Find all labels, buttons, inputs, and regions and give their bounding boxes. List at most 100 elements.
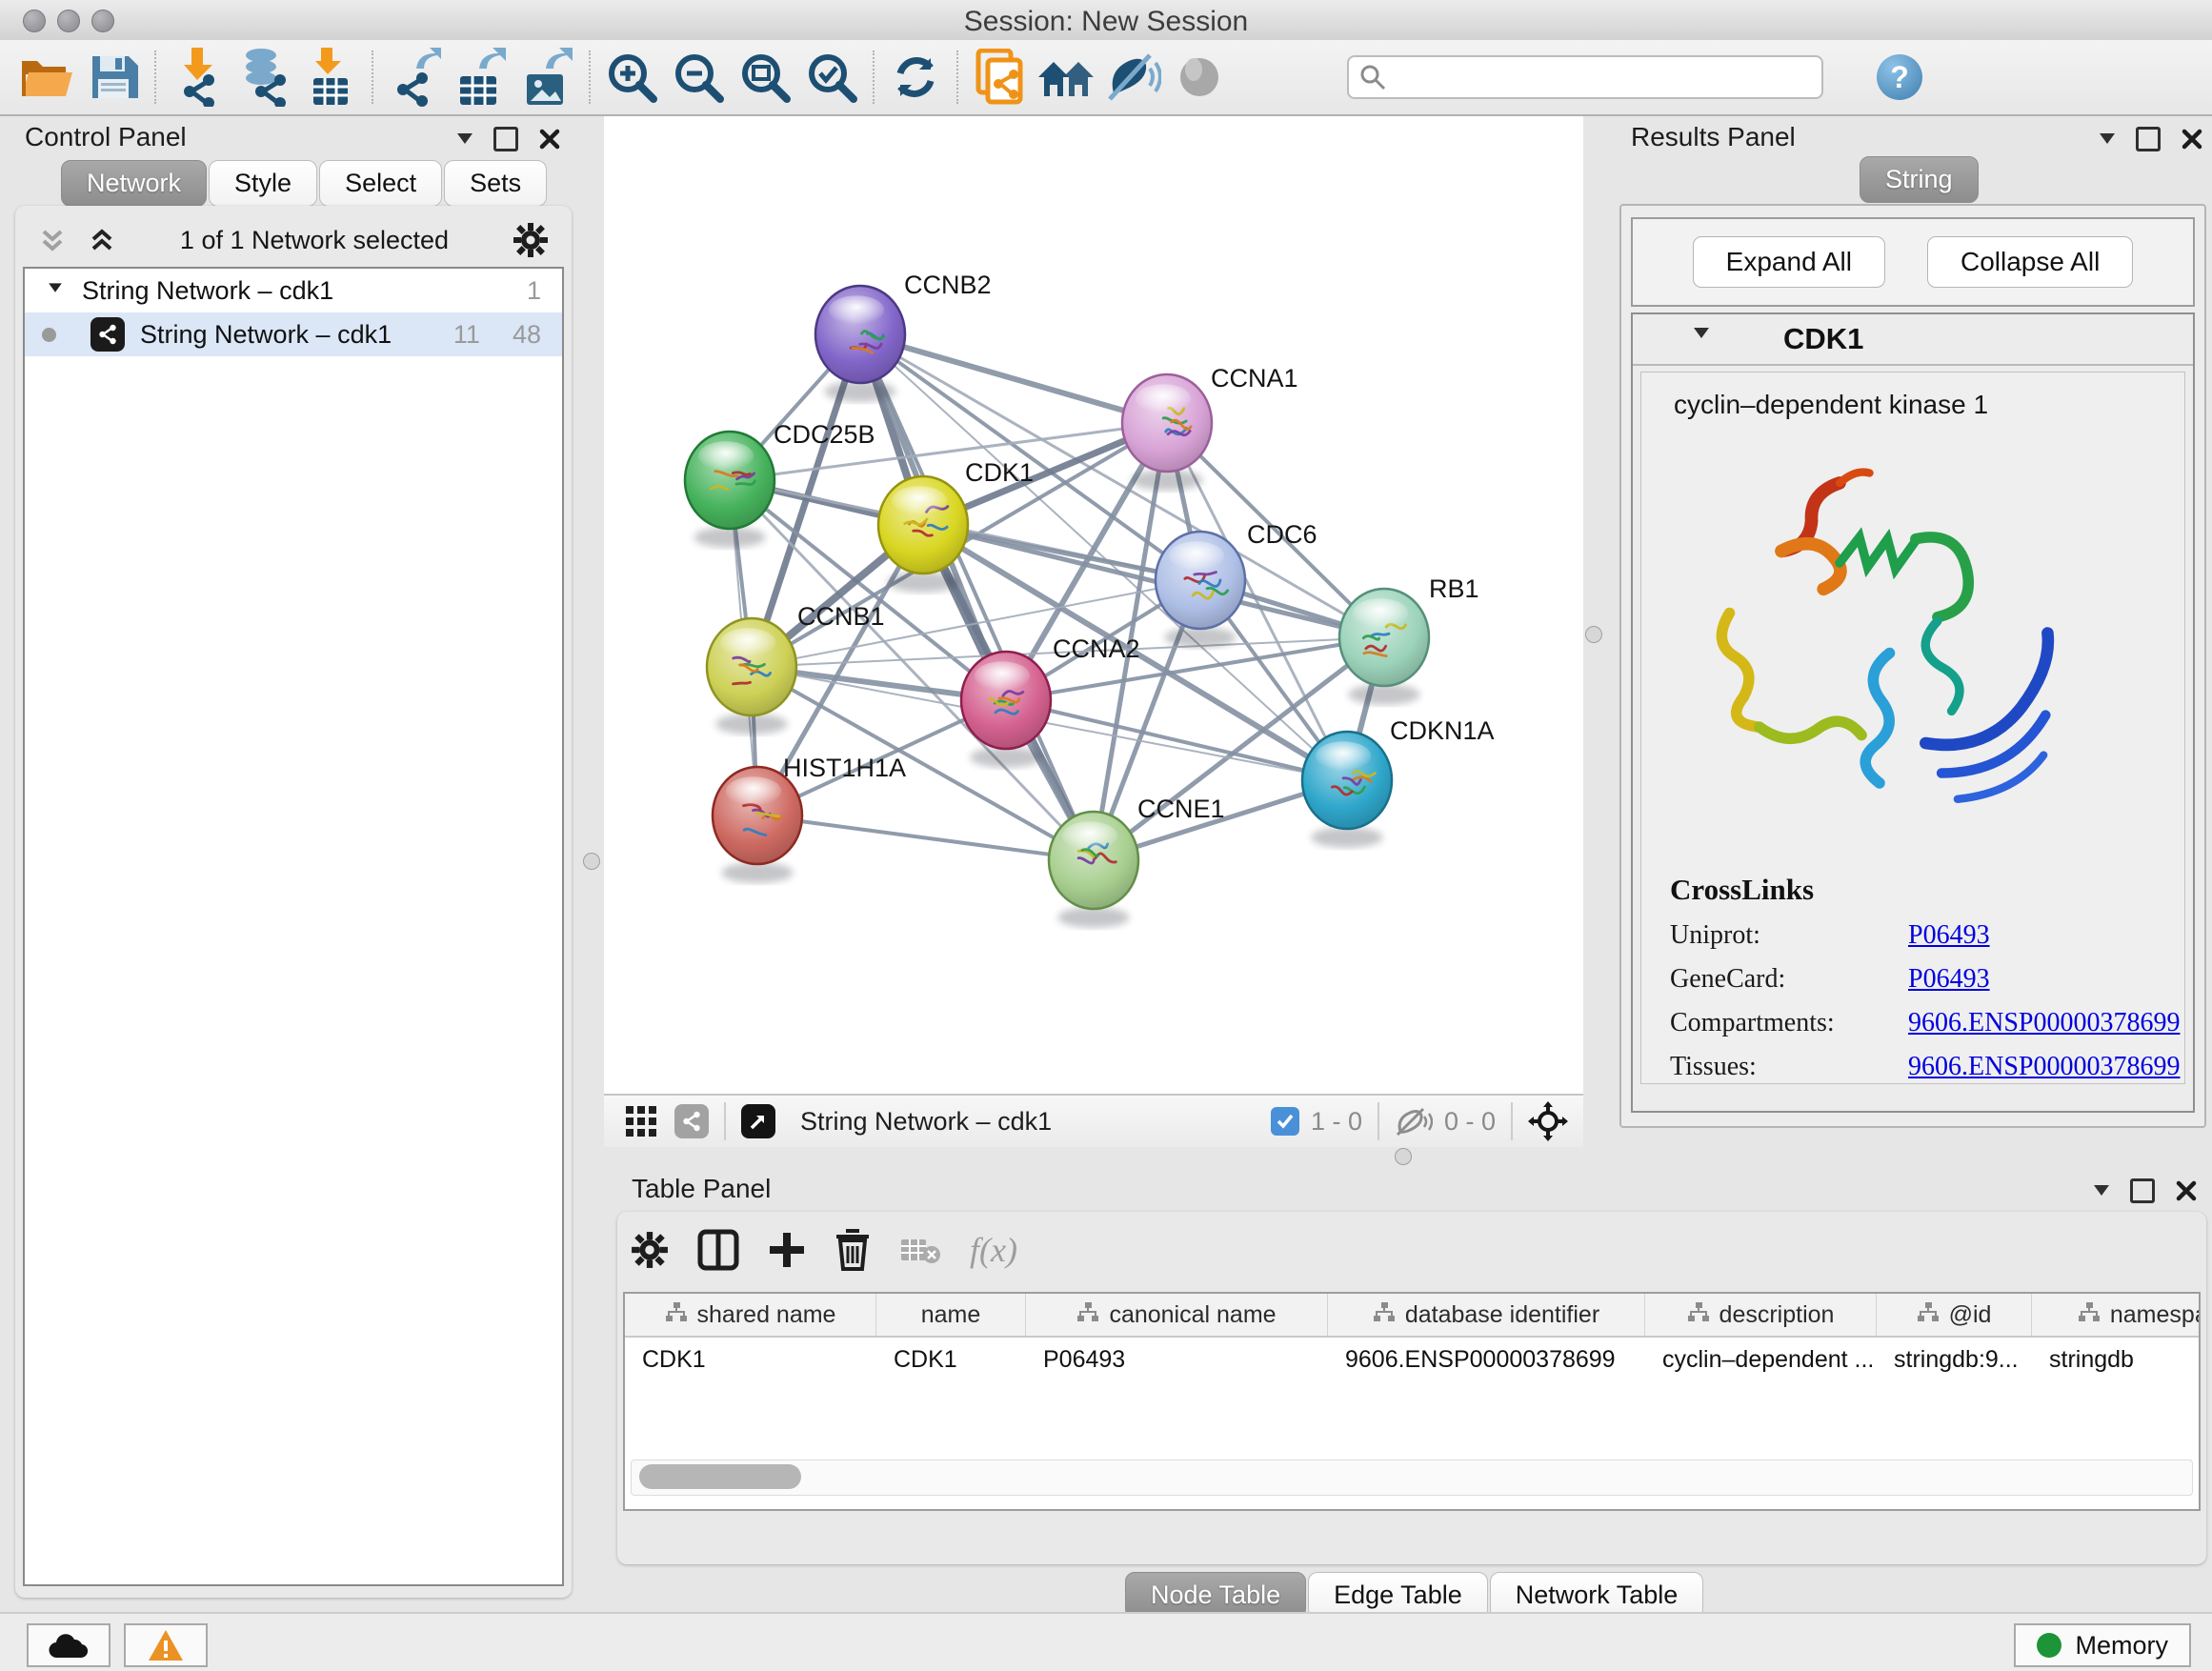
scrollbar-thumb[interactable] (639, 1464, 801, 1489)
expand-all-icon[interactable] (88, 226, 116, 254)
protein-expander-icon[interactable] (1694, 328, 1709, 346)
network-canvas[interactable]: CCNB2CCNA1CDC25BCDK1CDC6RB1CCNB1CCNA2CDK… (604, 116, 1583, 1094)
bottom-splitter-handle[interactable] (1395, 1148, 1412, 1165)
delete-column-icon[interactable] (835, 1229, 871, 1271)
network-badge-icon[interactable] (674, 1104, 709, 1138)
network-node-RB1[interactable] (1339, 589, 1429, 705)
selected-checkbox-icon[interactable] (1271, 1107, 1299, 1136)
control-panel-collapse-icon[interactable] (457, 133, 473, 151)
tab-sets[interactable]: Sets (444, 160, 547, 207)
show-hidden-nodes-button[interactable] (1166, 46, 1233, 109)
control-panel-close-icon[interactable] (539, 129, 560, 150)
export-table-button[interactable] (448, 46, 514, 109)
table-cell[interactable]: CDK1 (625, 1338, 876, 1381)
tab-network[interactable]: Network (61, 160, 207, 207)
expand-all-button[interactable]: Expand All (1693, 236, 1885, 288)
toolbar-separator (154, 50, 156, 104)
table-header-row: shared namenamecanonical namedatabase id… (625, 1294, 2199, 1338)
tab-select[interactable]: Select (319, 160, 442, 207)
collapse-all-button[interactable]: Collapse All (1927, 236, 2133, 288)
crosslink-value-link[interactable]: P06493 (1908, 920, 1990, 951)
network-node-CCNB2[interactable] (815, 286, 905, 402)
results-panel-close-icon[interactable] (2182, 129, 2202, 150)
crosslink-value-link[interactable]: 9606.ENSP00000378699 (1908, 1008, 2180, 1038)
save-session-button[interactable] (80, 46, 147, 109)
zoom-out-button[interactable] (665, 46, 732, 109)
table-cell[interactable]: stringdb:9... (1877, 1338, 2032, 1381)
export-image-button[interactable] (514, 46, 581, 109)
left-splitter-handle[interactable] (583, 853, 600, 870)
open-network-external-icon[interactable] (741, 1104, 775, 1138)
crosslink-value-link[interactable]: 9606.ENSP00000378699 (1908, 1052, 2180, 1082)
column-header-namespace[interactable]: namespace (2032, 1294, 2201, 1336)
tab-style[interactable]: Style (209, 160, 317, 207)
right-splitter-handle[interactable] (1585, 626, 1602, 643)
string-home-button[interactable] (1033, 46, 1099, 109)
hide-selected-nodes-button[interactable] (1099, 46, 1166, 109)
column-header-label: namespace (2110, 1301, 2201, 1329)
export-network-button[interactable] (381, 46, 448, 109)
protein-structure-image (1679, 443, 2080, 843)
crosslink-value-link[interactable]: P06493 (1908, 964, 1990, 995)
network-options-gear-icon[interactable] (513, 222, 549, 258)
open-session-button[interactable] (13, 46, 80, 109)
results-panel-float-icon[interactable] (2136, 127, 2161, 151)
zoom-fit-button[interactable] (732, 46, 798, 109)
open-network-in-browser-button[interactable] (966, 46, 1033, 109)
table-horizontal-scrollbar[interactable] (631, 1460, 2193, 1496)
table-cell[interactable]: 9606.ENSP00000378699 (1328, 1338, 1645, 1381)
collection-expander-icon[interactable] (49, 283, 62, 298)
results-panel-collapse-icon[interactable] (2100, 133, 2115, 151)
cloud-button[interactable] (27, 1623, 111, 1667)
table-panel-float-icon[interactable] (2130, 1178, 2155, 1203)
network-row[interactable]: String Network – cdk1 11 48 (25, 312, 562, 356)
zoom-in-button[interactable] (598, 46, 665, 109)
table-options-gear-icon[interactable] (631, 1231, 669, 1269)
table-cell[interactable]: stringdb (2032, 1338, 2201, 1381)
network-node-CDC6[interactable] (1156, 532, 1245, 648)
search-input[interactable] (1387, 62, 1791, 93)
network-edge[interactable] (860, 334, 1167, 423)
table-cell[interactable]: P06493 (1026, 1338, 1328, 1381)
table-cell[interactable]: cyclin–dependent ... (1645, 1338, 1877, 1381)
column-header-database-identifier[interactable]: database identifier (1328, 1294, 1645, 1336)
grid-view-icon[interactable] (625, 1105, 657, 1137)
selected-node-edge-counts: 1 - 0 (1311, 1107, 1362, 1137)
toolbar-search[interactable] (1347, 55, 1823, 99)
network-node-CCNE1[interactable] (1049, 812, 1138, 928)
memory-button[interactable]: Memory (2014, 1623, 2191, 1667)
import-table-from-file-button[interactable] (297, 46, 364, 109)
network-node-CCNB1[interactable] (707, 618, 796, 735)
show-columns-icon[interactable] (697, 1229, 739, 1271)
delete-table-icon[interactable] (899, 1234, 941, 1266)
column-header-description[interactable]: description (1645, 1294, 1877, 1336)
column-header-canonical-name[interactable]: canonical name (1026, 1294, 1328, 1336)
zoom-selected-button[interactable] (798, 46, 865, 109)
warnings-button[interactable] (124, 1623, 208, 1667)
protein-section-header[interactable]: CDK1 (1633, 314, 2193, 366)
table-panel-collapse-icon[interactable] (2094, 1185, 2109, 1203)
network-edge[interactable] (757, 815, 1094, 860)
import-network-from-file-button[interactable] (164, 46, 231, 109)
refresh-button[interactable] (882, 46, 949, 109)
function-builder-icon[interactable]: f(x) (970, 1230, 1017, 1270)
network-node-HIST1H1A[interactable] (713, 767, 802, 883)
tab-string[interactable]: String (1860, 156, 1979, 203)
table-panel-close-icon[interactable] (2176, 1180, 2197, 1201)
column-header-@id[interactable]: @id (1877, 1294, 2032, 1336)
network-collection-row[interactable]: String Network – cdk1 1 (25, 269, 562, 312)
table-cell[interactable]: CDK1 (876, 1338, 1026, 1381)
column-header-name[interactable]: name (876, 1294, 1026, 1336)
create-column-icon[interactable] (768, 1231, 806, 1269)
column-header-shared-name[interactable]: shared name (625, 1294, 876, 1336)
collapse-all-icon[interactable] (38, 226, 67, 254)
crosslink-row: Compartments:9606.ENSP00000378699 (1670, 1008, 2184, 1038)
table-row[interactable]: CDK1CDK1P064939606.ENSP00000378699cyclin… (625, 1338, 2199, 1382)
import-network-from-database-button[interactable] (231, 46, 297, 109)
fit-content-crosshair-icon[interactable] (1528, 1101, 1568, 1141)
node-label-CCNA2: CCNA2 (1053, 634, 1140, 663)
help-button[interactable]: ? (1877, 54, 1922, 100)
network-node-CDC25B[interactable] (685, 432, 774, 548)
control-panel-float-icon[interactable] (493, 127, 518, 151)
network-node-CDKN1A[interactable] (1302, 732, 1392, 848)
